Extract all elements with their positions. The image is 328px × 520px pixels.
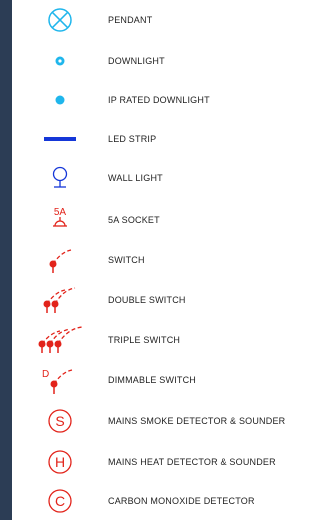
co-detector-icon: C [48, 488, 72, 513]
legend-label-switch: SWITCH [108, 254, 145, 265]
legend-label-socket-5a: 5A SOCKET [108, 214, 160, 225]
smoke-detector-icon: S [48, 408, 72, 433]
socket-5a-icon: 5A [53, 207, 67, 227]
legend-label-led-strip: LED STRIP [108, 133, 157, 144]
legend-label-dimmable-switch: DIMMABLE SWITCH [108, 374, 197, 385]
wall-light-icon [52, 166, 68, 188]
ip-downlight-icon [55, 95, 65, 104]
dimmable-switch-icon-text: D [42, 369, 49, 380]
legend-row-wall-light: WALL LIGHT [12, 158, 328, 197]
heat-detector-icon: H [48, 449, 72, 474]
double-switch-icon [43, 286, 76, 313]
legend-label-ip-downlight: IP RATED DOWNLIGHT [108, 94, 210, 105]
legend-row-socket-5a: 5A 5A SOCKET [12, 200, 328, 239]
legend-row-switch: SWITCH [12, 240, 328, 279]
legend-row-pendant: PENDANT [12, 0, 328, 39]
socket-5a-icon-text: 5A [54, 207, 67, 218]
led-strip-icon [44, 136, 76, 141]
triple-switch-icon [38, 325, 83, 353]
legend-label-wall-light: WALL LIGHT [108, 172, 163, 183]
smoke-detector-icon-text: S [55, 413, 64, 429]
co-detector-icon-text: C [55, 493, 65, 509]
legend-label-triple-switch: TRIPLE SWITCH [108, 334, 181, 345]
legend-label-pendant: PENDANT [108, 14, 153, 25]
legend-row-smoke-detector: S MAINS SMOKE DETECTOR & SOUNDER [12, 401, 328, 440]
left-sidebar-strip [0, 0, 12, 520]
legend-row-ip-downlight: IP RATED DOWNLIGHT [12, 80, 328, 119]
legend-label-heat-detector: MAINS HEAT DETECTOR & SOUNDER [108, 456, 276, 467]
pendant-icon [48, 7, 72, 32]
legend-row-dimmable-switch: D DIMMABLE SWITCH [12, 360, 328, 399]
legend-row-heat-detector: H MAINS HEAT DETECTOR & SOUNDER [12, 442, 328, 481]
heat-detector-icon-text: H [55, 454, 65, 470]
legend-row-led-strip: LED STRIP [12, 119, 328, 158]
legend-label-co-detector: CARBON MONOXIDE DETECTOR [108, 495, 255, 506]
dimmable-switch-icon: D [42, 369, 73, 394]
legend-label-double-switch: DOUBLE SWITCH [108, 294, 186, 305]
legend-row-downlight: DOWNLIGHT [12, 41, 328, 80]
downlight-icon [55, 56, 65, 65]
legend-row-double-switch: DOUBLE SWITCH [12, 280, 328, 319]
legend-label-downlight: DOWNLIGHT [108, 55, 165, 66]
legend-row-co-detector: C CARBON MONOXIDE DETECTOR [12, 481, 328, 520]
switch-icon [49, 248, 72, 273]
legend-label-smoke-detector: MAINS SMOKE DETECTOR & SOUNDER [108, 415, 286, 426]
legend-row-triple-switch: TRIPLE SWITCH [12, 320, 328, 359]
